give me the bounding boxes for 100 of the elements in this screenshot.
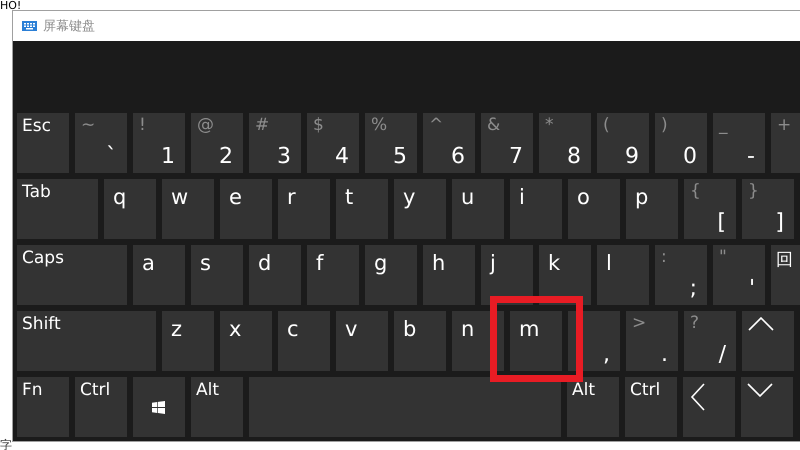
- key[interactable]: & 7: [481, 113, 533, 173]
- key-label: `: [106, 144, 117, 169]
- key[interactable]: : ;: [655, 245, 707, 305]
- key[interactable]: e: [220, 179, 272, 239]
- key[interactable]: " ': [713, 245, 765, 305]
- key[interactable]: r: [278, 179, 330, 239]
- key[interactable]: ) 0: [655, 113, 707, 173]
- key-label: [: [717, 210, 726, 235]
- key[interactable]: o: [568, 179, 620, 239]
- key-label: g: [374, 251, 388, 275]
- key-label: ;: [690, 276, 697, 301]
- key-label: c: [287, 317, 299, 341]
- key[interactable]: } ]: [742, 179, 794, 239]
- key[interactable]: Tab: [17, 179, 98, 239]
- key[interactable]: h: [423, 245, 475, 305]
- key-label: e: [229, 185, 242, 209]
- key[interactable]: { [: [684, 179, 736, 239]
- key-label: Alt: [196, 380, 220, 400]
- key[interactable]: $ 4: [307, 113, 359, 173]
- key[interactable]: d: [249, 245, 301, 305]
- key[interactable]: Caps: [17, 245, 127, 305]
- key[interactable]: l: [597, 245, 649, 305]
- key[interactable]: t: [336, 179, 388, 239]
- key[interactable]: ! 1: [133, 113, 185, 173]
- key-label: q: [113, 185, 126, 209]
- shift-symbol: @: [197, 115, 214, 135]
- key-label: 7: [509, 144, 523, 169]
- shift-symbol: ": [719, 247, 727, 267]
- key-label: 回: [776, 249, 793, 271]
- key-label: k: [548, 251, 560, 275]
- key[interactable]: # 3: [249, 113, 301, 173]
- shift-symbol: ^: [429, 115, 444, 135]
- key[interactable]: Esc: [17, 113, 69, 173]
- key[interactable]: ~ `: [75, 113, 127, 173]
- key[interactable]: 回: [771, 245, 800, 305]
- key[interactable]: s: [191, 245, 243, 305]
- key[interactable]: +: [771, 113, 800, 173]
- key[interactable]: p: [626, 179, 678, 239]
- key-label: 0: [683, 144, 697, 169]
- shift-symbol: ?: [690, 313, 700, 333]
- key[interactable]: m: [510, 311, 562, 371]
- background-text: HO!: [0, 0, 22, 12]
- key-label: b: [403, 317, 416, 341]
- key-label: Ctrl: [80, 380, 110, 400]
- key[interactable]: [133, 377, 185, 437]
- key[interactable]: z: [162, 311, 214, 371]
- key[interactable]: a: [133, 245, 185, 305]
- space-key[interactable]: [249, 377, 561, 437]
- key[interactable]: g: [365, 245, 417, 305]
- key[interactable]: * 8: [539, 113, 591, 173]
- shift-symbol: %: [371, 115, 388, 135]
- key[interactable]: c: [278, 311, 330, 371]
- key[interactable]: v: [336, 311, 388, 371]
- key-label: 4: [335, 144, 349, 169]
- key[interactable]: w: [162, 179, 214, 239]
- key-label: a: [142, 251, 155, 275]
- key-label: u: [461, 185, 474, 209]
- key-label: l: [606, 251, 612, 275]
- key-label: o: [577, 185, 590, 209]
- key[interactable]: _ -: [713, 113, 765, 173]
- key[interactable]: ^ 6: [423, 113, 475, 173]
- key[interactable]: Fn: [17, 377, 69, 437]
- key-label: 6: [451, 144, 465, 169]
- shift-symbol: #: [255, 115, 270, 135]
- key[interactable]: Ctrl: [75, 377, 127, 437]
- key[interactable]: x: [220, 311, 272, 371]
- key-label: ': [748, 276, 755, 301]
- key[interactable]: Alt: [567, 377, 619, 437]
- key[interactable]: f: [307, 245, 359, 305]
- key-label: d: [258, 251, 272, 275]
- shift-symbol: *: [545, 115, 554, 135]
- key[interactable]: b: [394, 311, 446, 371]
- key[interactable]: j: [481, 245, 533, 305]
- key[interactable]: u: [452, 179, 504, 239]
- shift-symbol: &: [487, 115, 500, 135]
- key-label: r: [287, 185, 296, 209]
- key[interactable]: y: [394, 179, 446, 239]
- key[interactable]: ( 9: [597, 113, 649, 173]
- shift-symbol: ~: [81, 115, 96, 135]
- key[interactable]: > .: [626, 311, 678, 371]
- key[interactable]: Shift: [17, 311, 156, 371]
- key-label: j: [490, 251, 496, 275]
- shift-symbol: ): [661, 115, 668, 135]
- key-label: x: [229, 317, 242, 341]
- key-label: 3: [277, 144, 291, 169]
- key[interactable]: % 5: [365, 113, 417, 173]
- key-label: Tab: [22, 182, 51, 202]
- key[interactable]: Ctrl: [625, 377, 677, 437]
- key-label: /: [718, 342, 726, 367]
- key[interactable]: @ 2: [191, 113, 243, 173]
- key-label: Shift: [22, 314, 61, 334]
- key[interactable]: k: [539, 245, 591, 305]
- key-label: ]: [775, 210, 784, 235]
- key[interactable]: i: [510, 179, 562, 239]
- key-label: v: [345, 317, 358, 341]
- key-label: Esc: [22, 116, 51, 136]
- key[interactable]: Alt: [191, 377, 243, 437]
- key[interactable]: q: [104, 179, 156, 239]
- shift-symbol: (: [603, 115, 610, 135]
- key[interactable]: ? /: [684, 311, 736, 371]
